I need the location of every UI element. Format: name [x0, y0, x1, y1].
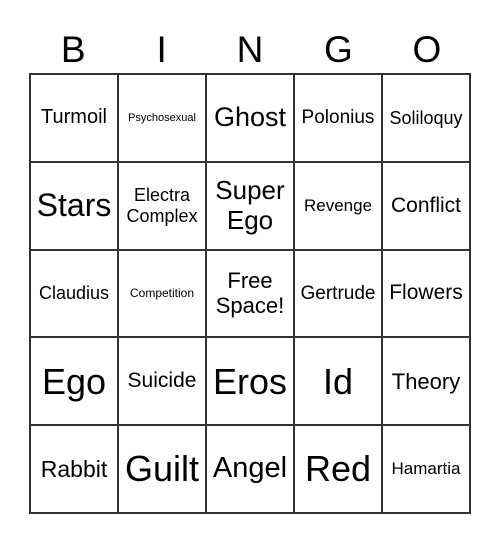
cell-label: Turmoil — [41, 106, 107, 129]
cell-label: Suicide — [127, 369, 197, 393]
bingo-cell[interactable]: Competition — [118, 249, 206, 338]
bingo-cell[interactable]: Conflict — [382, 161, 470, 250]
bingo-cell[interactable]: Electra Complex — [118, 161, 206, 250]
cell-label: Soliloquy — [389, 107, 463, 128]
bingo-cell[interactable]: Red — [294, 425, 382, 513]
bingo-cell[interactable]: Ghost — [206, 74, 294, 162]
cell-label: Angel — [212, 452, 288, 485]
bingo-cell[interactable]: Theory — [382, 337, 470, 426]
bingo-cell[interactable]: Gertrude — [294, 249, 382, 338]
header-letter-o: O — [412, 29, 442, 70]
bingo-cell[interactable]: Eros — [206, 337, 294, 426]
bingo-cell[interactable]: Rabbit — [30, 425, 118, 513]
header-letter-b: B — [60, 29, 86, 70]
bingo-cell[interactable]: Hamartia — [382, 425, 470, 513]
cell-label: Id — [322, 360, 354, 402]
cell-label: Super Ego — [215, 174, 285, 235]
bingo-cell[interactable]: Soliloquy — [382, 74, 470, 162]
header-letter-i: I — [156, 29, 167, 70]
bingo-cell[interactable]: Polonius — [294, 74, 382, 162]
cell-label: Flowers — [389, 281, 463, 305]
cell-label: Gertrude — [300, 282, 376, 304]
cell-label: Claudius — [38, 283, 110, 304]
header-letter-g: G — [324, 29, 353, 70]
bingo-cell[interactable]: Flowers — [382, 249, 470, 338]
bingo-grid: Turmoil Psychosexual Ghost Polonius Soliloqu… — [29, 73, 471, 514]
bingo-cell[interactable]: Stars — [30, 161, 118, 250]
cell-label: Theory — [391, 368, 461, 394]
bingo-cell[interactable]: Psychosexual — [118, 74, 206, 162]
bingo-cell[interactable]: Revenge — [294, 161, 382, 250]
bingo-cell[interactable]: Claudius — [30, 249, 118, 338]
cell-label: Eros — [212, 360, 288, 402]
header-letter-n: N — [236, 29, 264, 70]
cell-label: Stars — [36, 187, 112, 224]
cell-label: Ego — [41, 360, 107, 402]
bingo-header: B I N G O — [29, 28, 471, 72]
cell-label: Hamartia — [391, 459, 461, 479]
cell-label: Red — [304, 448, 372, 490]
bingo-cell[interactable]: Turmoil — [30, 74, 118, 162]
bingo-cell[interactable]: Super Ego — [206, 161, 294, 250]
cell-label: Competition — [129, 285, 195, 300]
cell-label: Ghost — [213, 102, 287, 133]
cell-label: Revenge — [303, 195, 373, 215]
bingo-cell[interactable]: Suicide — [118, 337, 206, 426]
bingo-cell[interactable]: Id — [294, 337, 382, 426]
cell-label: Polonius — [301, 106, 375, 128]
cell-label: Electra Complex — [126, 185, 198, 226]
bingo-cell[interactable]: Angel — [206, 425, 294, 513]
cell-label: Guilt — [124, 448, 200, 490]
cell-label: Free Space! — [215, 268, 285, 319]
bingo-cell[interactable]: Guilt — [118, 425, 206, 513]
cell-label: Conflict — [390, 193, 462, 217]
cell-label: Rabbit — [40, 455, 108, 482]
bingo-cell[interactable]: Free Space! — [206, 249, 294, 338]
cell-label: Psychosexual — [128, 111, 196, 124]
bingo-cell[interactable]: Ego — [30, 337, 118, 426]
